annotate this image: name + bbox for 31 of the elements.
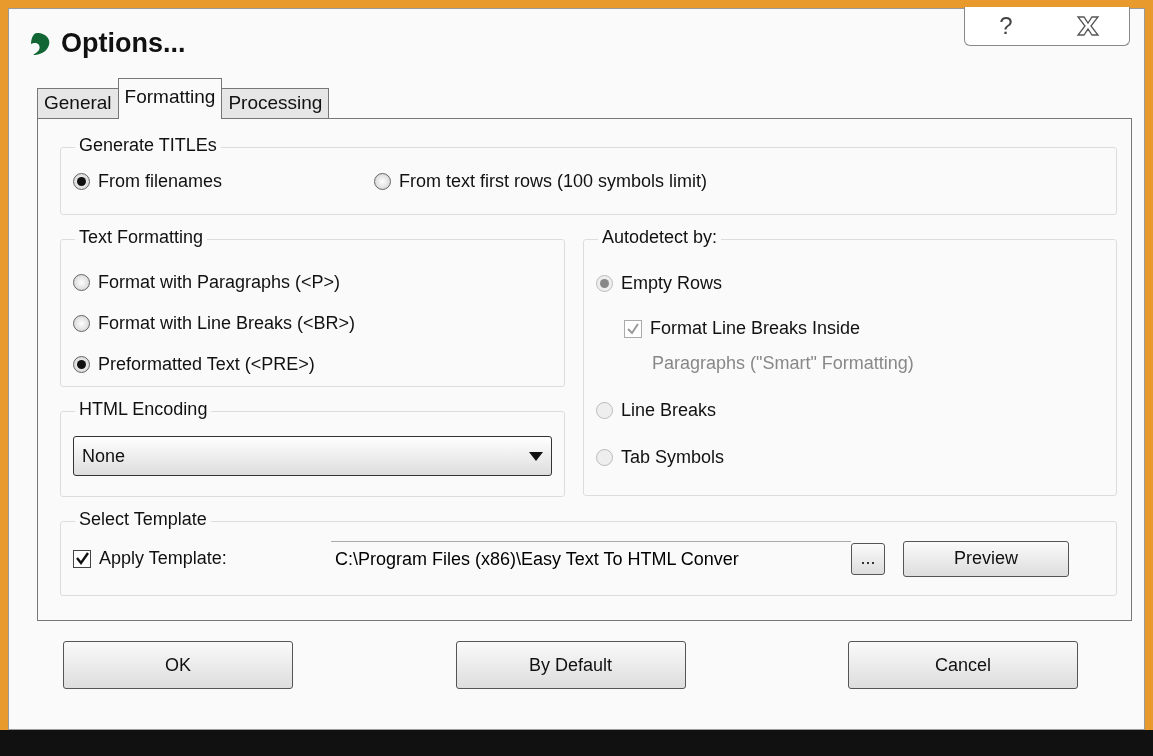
radio-label: Format with Line Breaks (<BR>) — [98, 312, 356, 335]
path-field[interactable]: C:\Program Files (x86)\Easy Text To HTML Conver — [331, 540, 851, 577]
dialog-button[interactable]: OK — [63, 641, 293, 689]
radio-button[interactable] — [73, 172, 90, 190]
radio-button[interactable] — [73, 274, 90, 291]
radio-label: Empty Rows — [621, 272, 723, 295]
radio-button[interactable] — [374, 172, 392, 190]
checkbox-label: Apply Template: — [99, 547, 227, 570]
browse-button[interactable]: ... — [851, 542, 885, 575]
radio-label: Line Breaks — [621, 399, 717, 422]
tab[interactable]: General — [37, 88, 119, 118]
checkbox-label: Format Line Breaks Inside — [650, 317, 861, 340]
radio-label: Preformatted Text (<PRE>) — [98, 353, 315, 376]
checkbox[interactable] — [73, 549, 91, 568]
tab[interactable]: Formatting — [117, 78, 223, 119]
radio-label: From text first rows (100 symbols limit) — [399, 169, 708, 193]
preview-button[interactable]: Preview — [903, 540, 1069, 577]
dialog-button[interactable]: By Default — [455, 641, 686, 689]
dropdown-value: None — [82, 444, 126, 468]
radio-label: Tab Symbols — [621, 446, 725, 469]
close-icon — [1075, 15, 1101, 37]
checkbox-label: Paragraphs ("Smart" Formatting) — [652, 352, 915, 375]
dialog-button[interactable]: Cancel — [848, 641, 1078, 689]
radio-label: From filenames — [98, 169, 223, 193]
tab[interactable]: Processing — [221, 88, 330, 118]
window-title: Options... — [61, 26, 186, 60]
radio-button[interactable] — [73, 315, 90, 332]
dropdown-arrow-icon — [529, 451, 543, 461]
radio-label: Format with Paragraphs (<P>) — [98, 271, 341, 294]
radio-button[interactable] — [73, 356, 90, 373]
dropdown[interactable]: None — [73, 436, 552, 476]
